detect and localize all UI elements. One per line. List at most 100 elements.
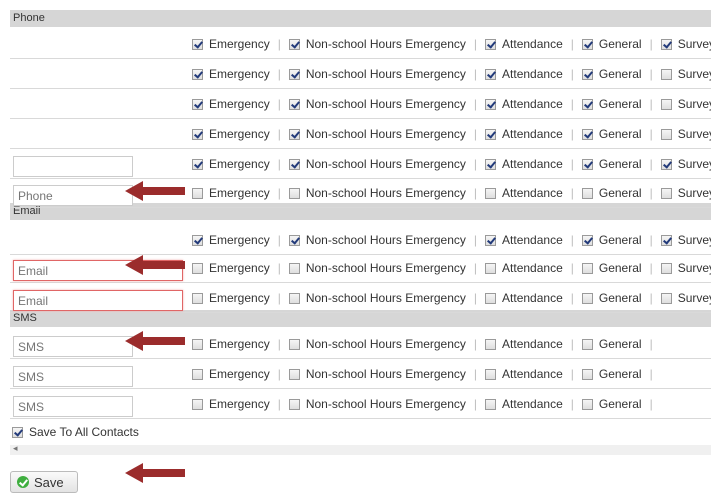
emergency-checkbox[interactable]	[192, 292, 203, 304]
option-attendance[interactable]: Attendance	[485, 37, 563, 51]
attendance-checkbox[interactable]	[485, 158, 497, 170]
general-checkbox[interactable]	[581, 158, 593, 170]
option-attendance[interactable]: Attendance	[485, 157, 563, 171]
option-survey[interactable]: Survey	[660, 157, 711, 171]
horizontal-scrollbar[interactable]: ◂	[10, 443, 711, 455]
option-survey[interactable]: Survey	[660, 67, 711, 81]
option-attendance[interactable]: Attendance	[485, 127, 563, 141]
emergency-checkbox[interactable]	[192, 68, 203, 80]
option-attendance[interactable]: Attendance	[485, 337, 563, 351]
attendance-checkbox[interactable]	[485, 234, 497, 246]
general-checkbox[interactable]	[581, 187, 593, 199]
survey-checkbox[interactable]	[660, 68, 672, 80]
emergency-checkbox[interactable]	[192, 234, 203, 246]
option-survey[interactable]: Survey	[660, 97, 711, 111]
option-general[interactable]: General	[581, 233, 642, 247]
general-checkbox[interactable]	[581, 368, 593, 380]
phone-input[interactable]	[13, 156, 133, 177]
non-school-checkbox[interactable]	[288, 368, 300, 380]
survey-checkbox[interactable]	[660, 98, 672, 110]
non-school-checkbox[interactable]	[288, 98, 300, 110]
emergency-checkbox[interactable]	[192, 187, 203, 199]
option-general[interactable]: General	[581, 127, 642, 141]
non-school-checkbox[interactable]	[288, 262, 300, 274]
non-school-checkbox[interactable]	[288, 128, 300, 140]
option-survey[interactable]: Survey	[660, 233, 711, 247]
survey-checkbox[interactable]	[660, 128, 672, 140]
option-general[interactable]: General	[581, 397, 642, 411]
attendance-checkbox[interactable]	[485, 368, 497, 380]
non-school-checkbox[interactable]	[288, 292, 300, 304]
option-non-school[interactable]: Non-school Hours Emergency	[288, 157, 466, 171]
option-general[interactable]: General	[581, 157, 642, 171]
option-non-school[interactable]: Non-school Hours Emergency	[288, 261, 466, 275]
option-attendance[interactable]: Attendance	[485, 97, 563, 111]
option-emergency[interactable]: Emergency	[192, 127, 270, 141]
option-emergency[interactable]: Emergency	[192, 37, 270, 51]
email-input[interactable]	[13, 290, 183, 311]
emergency-checkbox[interactable]	[192, 128, 203, 140]
survey-checkbox[interactable]	[660, 234, 672, 246]
attendance-checkbox[interactable]	[485, 98, 497, 110]
emergency-checkbox[interactable]	[192, 338, 203, 350]
non-school-checkbox[interactable]	[288, 38, 300, 50]
non-school-checkbox[interactable]	[288, 234, 300, 246]
option-survey[interactable]: Survey	[660, 127, 711, 141]
general-checkbox[interactable]	[581, 262, 593, 274]
emergency-checkbox[interactable]	[192, 98, 203, 110]
option-non-school[interactable]: Non-school Hours Emergency	[288, 397, 466, 411]
attendance-checkbox[interactable]	[485, 68, 497, 80]
option-emergency[interactable]: Emergency	[192, 337, 270, 351]
option-non-school[interactable]: Non-school Hours Emergency	[288, 127, 466, 141]
option-attendance[interactable]: Attendance	[485, 261, 563, 275]
option-non-school[interactable]: Non-school Hours Emergency	[288, 337, 466, 351]
option-general[interactable]: General	[581, 186, 642, 200]
save-to-all-contacts[interactable]: Save To All Contacts	[12, 425, 139, 439]
option-emergency[interactable]: Emergency	[192, 367, 270, 381]
option-emergency[interactable]: Emergency	[192, 397, 270, 411]
emergency-checkbox[interactable]	[192, 262, 203, 274]
option-general[interactable]: General	[581, 291, 642, 305]
option-survey[interactable]: Survey	[660, 186, 711, 200]
survey-checkbox[interactable]	[660, 262, 672, 274]
option-survey[interactable]: Survey	[660, 261, 711, 275]
survey-checkbox[interactable]	[660, 187, 672, 199]
option-attendance[interactable]: Attendance	[485, 397, 563, 411]
general-checkbox[interactable]	[581, 398, 593, 410]
sms-input[interactable]	[13, 366, 133, 387]
attendance-checkbox[interactable]	[485, 292, 497, 304]
general-checkbox[interactable]	[581, 292, 593, 304]
option-survey[interactable]: Survey	[660, 291, 711, 305]
option-emergency[interactable]: Emergency	[192, 67, 270, 81]
emergency-checkbox[interactable]	[192, 38, 203, 50]
option-attendance[interactable]: Attendance	[485, 186, 563, 200]
non-school-checkbox[interactable]	[288, 187, 300, 199]
option-general[interactable]: General	[581, 37, 642, 51]
emergency-checkbox[interactable]	[192, 398, 203, 410]
general-checkbox[interactable]	[581, 68, 593, 80]
option-general[interactable]: General	[581, 337, 642, 351]
option-attendance[interactable]: Attendance	[485, 367, 563, 381]
attendance-checkbox[interactable]	[485, 338, 497, 350]
non-school-checkbox[interactable]	[288, 338, 300, 350]
save-button[interactable]: Save	[10, 471, 78, 493]
attendance-checkbox[interactable]	[485, 38, 497, 50]
general-checkbox[interactable]	[581, 128, 593, 140]
option-general[interactable]: General	[581, 67, 642, 81]
sms-input[interactable]	[13, 336, 133, 357]
option-non-school[interactable]: Non-school Hours Emergency	[288, 37, 466, 51]
option-non-school[interactable]: Non-school Hours Emergency	[288, 67, 466, 81]
non-school-checkbox[interactable]	[288, 158, 300, 170]
attendance-checkbox[interactable]	[485, 262, 497, 274]
general-checkbox[interactable]	[581, 38, 593, 50]
emergency-checkbox[interactable]	[192, 158, 203, 170]
general-checkbox[interactable]	[581, 98, 593, 110]
option-survey[interactable]: Survey	[660, 37, 711, 51]
option-non-school[interactable]: Non-school Hours Emergency	[288, 186, 466, 200]
option-emergency[interactable]: Emergency	[192, 186, 270, 200]
option-attendance[interactable]: Attendance	[485, 67, 563, 81]
survey-checkbox[interactable]	[660, 158, 672, 170]
attendance-checkbox[interactable]	[485, 128, 497, 140]
option-non-school[interactable]: Non-school Hours Emergency	[288, 97, 466, 111]
attendance-checkbox[interactable]	[485, 398, 497, 410]
